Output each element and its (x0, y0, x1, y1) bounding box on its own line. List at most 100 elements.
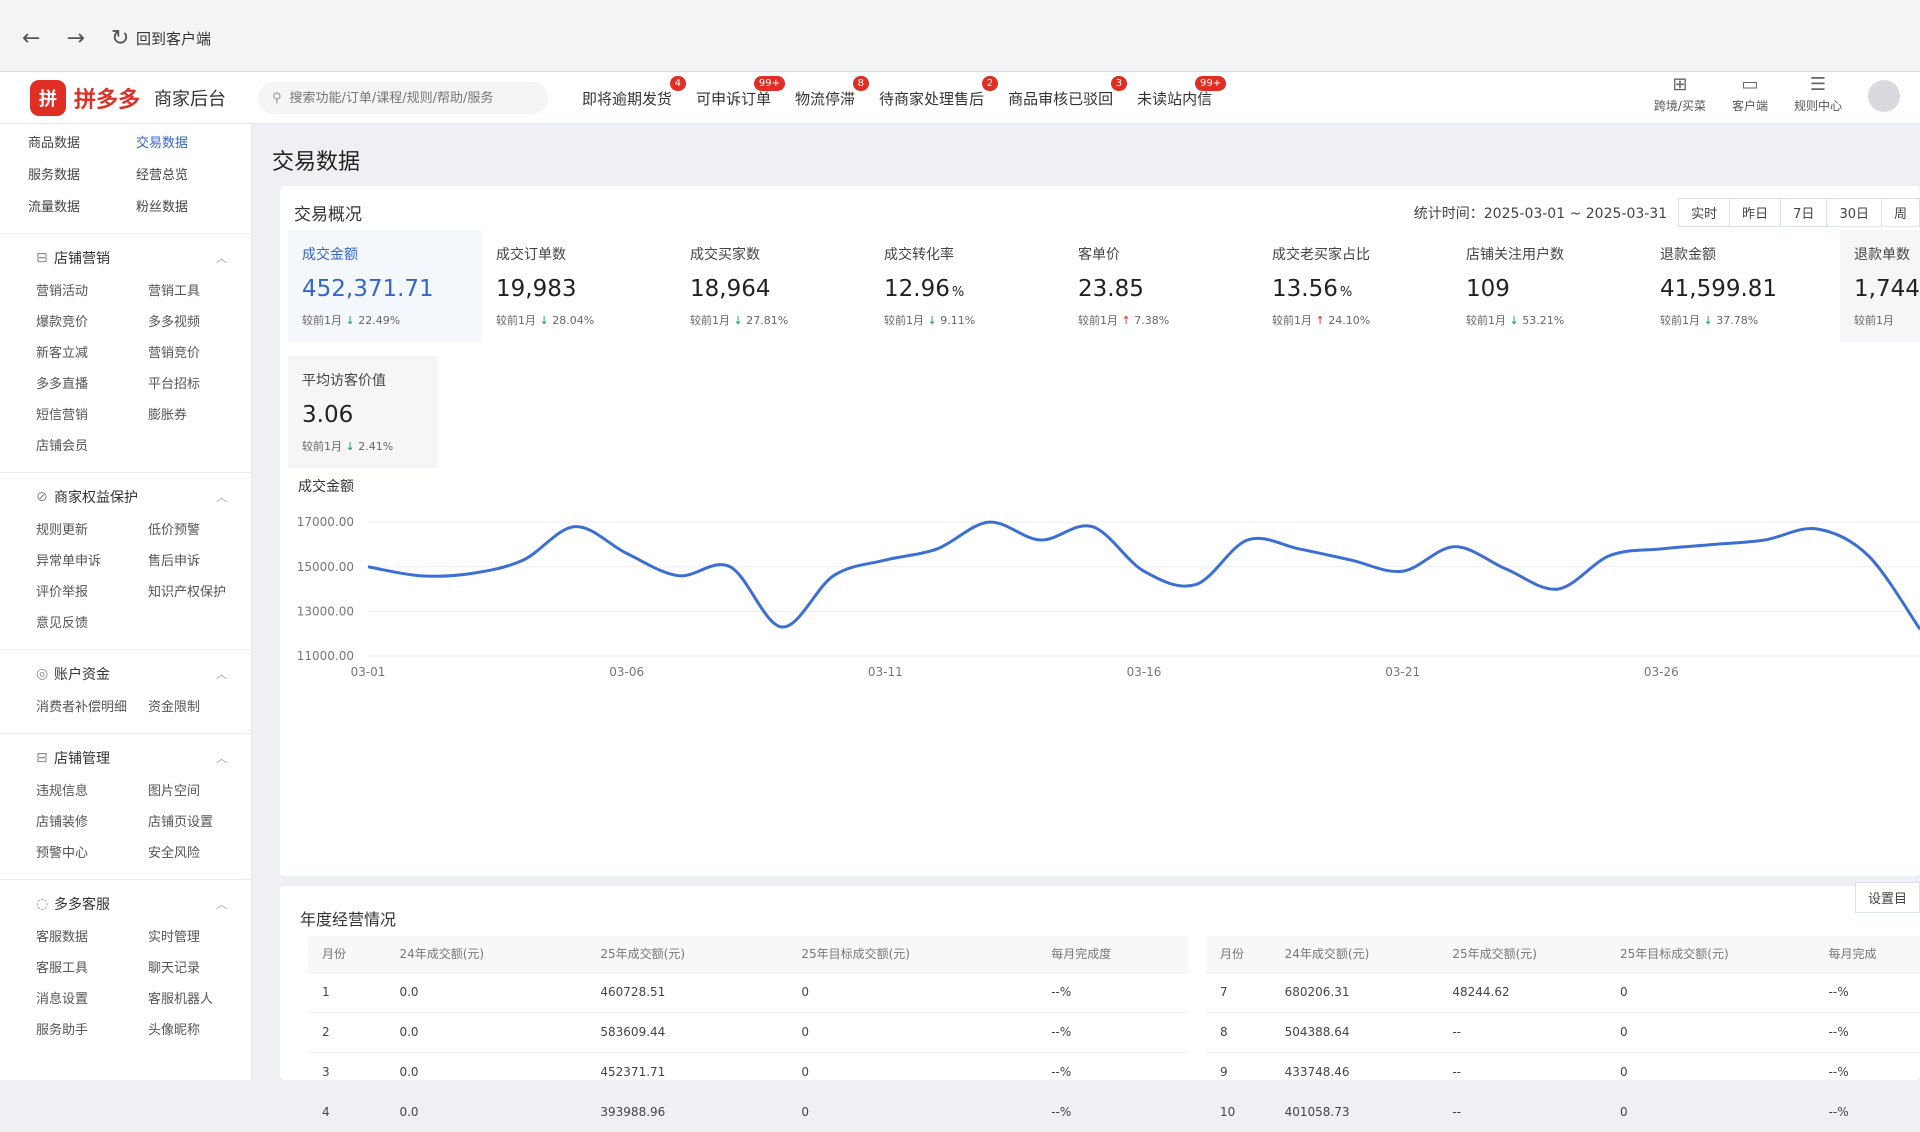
sidebar-item[interactable]: 违规信息 (36, 780, 148, 799)
sidebar-item[interactable]: 短信营销 (36, 404, 148, 423)
table-cell: 0 (1606, 1091, 1815, 1132)
sidebar-section: ◌ 多多客服 ︿ 客服数据 实时管理 客服工具 聊天记录 消息设置 客服机器人 服务助手 头像昵称 (0, 879, 251, 1038)
sidebar-quick-link[interactable]: 商品数据 (28, 132, 136, 151)
sidebar-item[interactable]: 多多视频 (148, 311, 260, 330)
table-cell: 3 (308, 1051, 386, 1092)
sidebar-item[interactable]: 平台招标 (148, 373, 260, 392)
chevron-up-icon[interactable]: ︿ (216, 666, 227, 682)
sidebar-item[interactable]: 客服工具 (36, 957, 148, 976)
sidebar-item[interactable]: 营销竞价 (148, 342, 260, 361)
logo[interactable]: 拼 拼多多 商家后台 (30, 72, 226, 124)
arrow-down-icon: ↓ (539, 314, 549, 327)
top-icon-client[interactable]: ▭ 客户端 (1732, 74, 1768, 114)
sidebar-item[interactable]: 预警中心 (36, 842, 148, 861)
metric-card[interactable]: 成交买家数 18,964 较前1月 ↓ 27.81% (676, 230, 870, 342)
table-cell: --% (1037, 1091, 1188, 1132)
sidebar-section-header[interactable]: ⊟ 店铺营销 ︿ (0, 246, 251, 270)
top-icon-rules[interactable]: ☰ 规则中心 (1794, 74, 1842, 114)
back-to-client-link[interactable]: 回到客户端 (136, 28, 211, 49)
metric-card[interactable]: 成交订单数 19,983 较前1月 ↓ 28.04% (482, 230, 676, 342)
sidebar-item[interactable]: 规则更新 (36, 519, 148, 538)
notification-badge: 3 (1110, 75, 1128, 91)
sidebar-quick-link[interactable]: 经营总览 (136, 164, 244, 183)
top-link-1[interactable]: 可申诉订单 99+ (696, 75, 786, 109)
metric-value: 23.85 (1078, 276, 1144, 302)
sidebar-quick-link[interactable]: 交易数据 (136, 132, 244, 151)
sidebar-item[interactable]: 客服机器人 (148, 988, 260, 1007)
sidebar-item[interactable]: 消费者补偿明细 (36, 696, 148, 715)
annual-title: 年度经营情况 (300, 910, 397, 929)
sidebar-item[interactable]: 营销工具 (148, 280, 260, 299)
metric-card[interactable]: 退款单数 1,744 较前1月 (1840, 230, 1920, 342)
back-arrow-icon[interactable]: ← (22, 26, 40, 51)
table-cell: 1 (308, 971, 386, 1012)
period-tab[interactable]: 实时 (1678, 198, 1731, 227)
chevron-up-icon[interactable]: ︿ (216, 250, 227, 266)
top-icon-cross-border[interactable]: ⊞ 跨境/买菜 (1654, 74, 1706, 114)
sidebar-item[interactable]: 评价举报 (36, 581, 148, 600)
sidebar-item[interactable]: 多多直播 (36, 373, 148, 392)
search-input[interactable] (289, 90, 520, 106)
chevron-up-icon[interactable]: ︿ (216, 489, 227, 505)
search-box[interactable]: ⚲ (258, 82, 548, 114)
sidebar-item[interactable]: 客服数据 (36, 926, 148, 945)
metric-card[interactable]: 成交老买家占比 13.56% 较前1月 ↑ 24.10% (1258, 230, 1452, 342)
table-cell: 0 (787, 1011, 1038, 1052)
metric-label: 成交金额 (302, 247, 358, 263)
sidebar-section-title: 商家权益保护 (54, 490, 138, 506)
sidebar-section-header[interactable]: ◌ 多多客服 ︿ (0, 892, 251, 916)
top-link-5[interactable]: 未读站内信 99+ (1137, 75, 1227, 109)
x-tick-label: 03-01 (351, 665, 386, 679)
sidebar-item[interactable]: 消息设置 (36, 988, 148, 1007)
chevron-up-icon[interactable]: ︿ (216, 896, 227, 912)
sidebar-section-header[interactable]: ⊟ 店铺管理 ︿ (0, 746, 251, 770)
table-cell: --% (1037, 971, 1188, 1012)
metric-card-visitor-value[interactable]: 平均访客价值 3.06 较前1月 ↓ 2.41% (288, 356, 438, 468)
sidebar-item[interactable]: 安全风险 (148, 842, 260, 861)
forward-arrow-icon[interactable]: → (66, 26, 84, 51)
sidebar-section-header[interactable]: ◎ 账户资金 ︿ (0, 662, 251, 686)
sidebar-quick-link[interactable]: 服务数据 (28, 164, 136, 183)
sidebar-item[interactable]: 店铺会员 (36, 435, 148, 454)
y-tick-label: 11000.00 (297, 649, 354, 663)
sidebar-item[interactable]: 异常单申诉 (36, 550, 148, 569)
sidebar-item[interactable]: 店铺页设置 (148, 811, 260, 830)
sidebar-item[interactable]: 营销活动 (36, 280, 148, 299)
period-tab[interactable]: 昨日 (1729, 198, 1782, 227)
sidebar-section-header[interactable]: ⊘ 商家权益保护 ︿ (0, 485, 251, 509)
metric-card[interactable]: 退款金额 41,599.81 较前1月 ↓ 37.78% (1646, 230, 1840, 342)
period-tab[interactable]: 7日 (1780, 198, 1828, 227)
sidebar-item[interactable]: 聊天记录 (148, 957, 260, 976)
avatar[interactable] (1868, 80, 1900, 112)
sidebar-item[interactable]: 膨胀券 (148, 404, 260, 423)
metric-card[interactable]: 客单价 23.85 较前1月 ↑ 7.38% (1064, 230, 1258, 342)
sidebar-item[interactable]: 售后申诉 (148, 550, 260, 569)
sidebar-item[interactable]: 服务助手 (36, 1019, 148, 1038)
sidebar-item[interactable]: 低价预警 (148, 519, 260, 538)
sidebar-item[interactable]: 新客立减 (36, 342, 148, 361)
sidebar-item[interactable]: 知识产权保护 (148, 581, 260, 600)
period-tab[interactable]: 周 (1880, 198, 1920, 227)
metric-card[interactable]: 成交金额 452,371.71 较前1月 ↓ 22.49% (288, 230, 482, 342)
top-link-2[interactable]: 物流停滞 8 (795, 75, 870, 109)
sidebar-item[interactable]: 店铺装修 (36, 811, 148, 830)
sidebar-item[interactable]: 意见反馈 (36, 612, 148, 631)
period-tab[interactable]: 30日 (1826, 198, 1882, 227)
reload-icon[interactable]: ↻ (111, 26, 129, 51)
metric-value: 3.06 (302, 402, 354, 428)
metric-card[interactable]: 成交转化率 12.96% 较前1月 ↓ 9.11% (870, 230, 1064, 342)
sidebar-item[interactable]: 头像昵称 (148, 1019, 260, 1038)
sidebar-item[interactable]: 爆款竞价 (36, 311, 148, 330)
sidebar-quick-link[interactable]: 粉丝数据 (136, 196, 244, 215)
set-target-button[interactable]: 设置目 (1854, 882, 1920, 913)
top-link-3[interactable]: 待商家处理售后 2 (879, 75, 999, 109)
sidebar-item[interactable]: 图片空间 (148, 780, 260, 799)
sidebar-item[interactable]: 实时管理 (148, 926, 260, 945)
sidebar-quick-link[interactable]: 流量数据 (28, 196, 136, 215)
sidebar-item[interactable]: 资金限制 (148, 696, 260, 715)
chevron-up-icon[interactable]: ︿ (216, 750, 227, 766)
metric-compare: 较前1月 ↓ 53.21% (1466, 314, 1565, 327)
top-link-0[interactable]: 即将逾期发货 4 (582, 75, 687, 109)
metric-card[interactable]: 店铺关注用户数 109 较前1月 ↓ 53.21% (1452, 230, 1646, 342)
top-link-4[interactable]: 商品审核已驳回 3 (1008, 75, 1128, 109)
